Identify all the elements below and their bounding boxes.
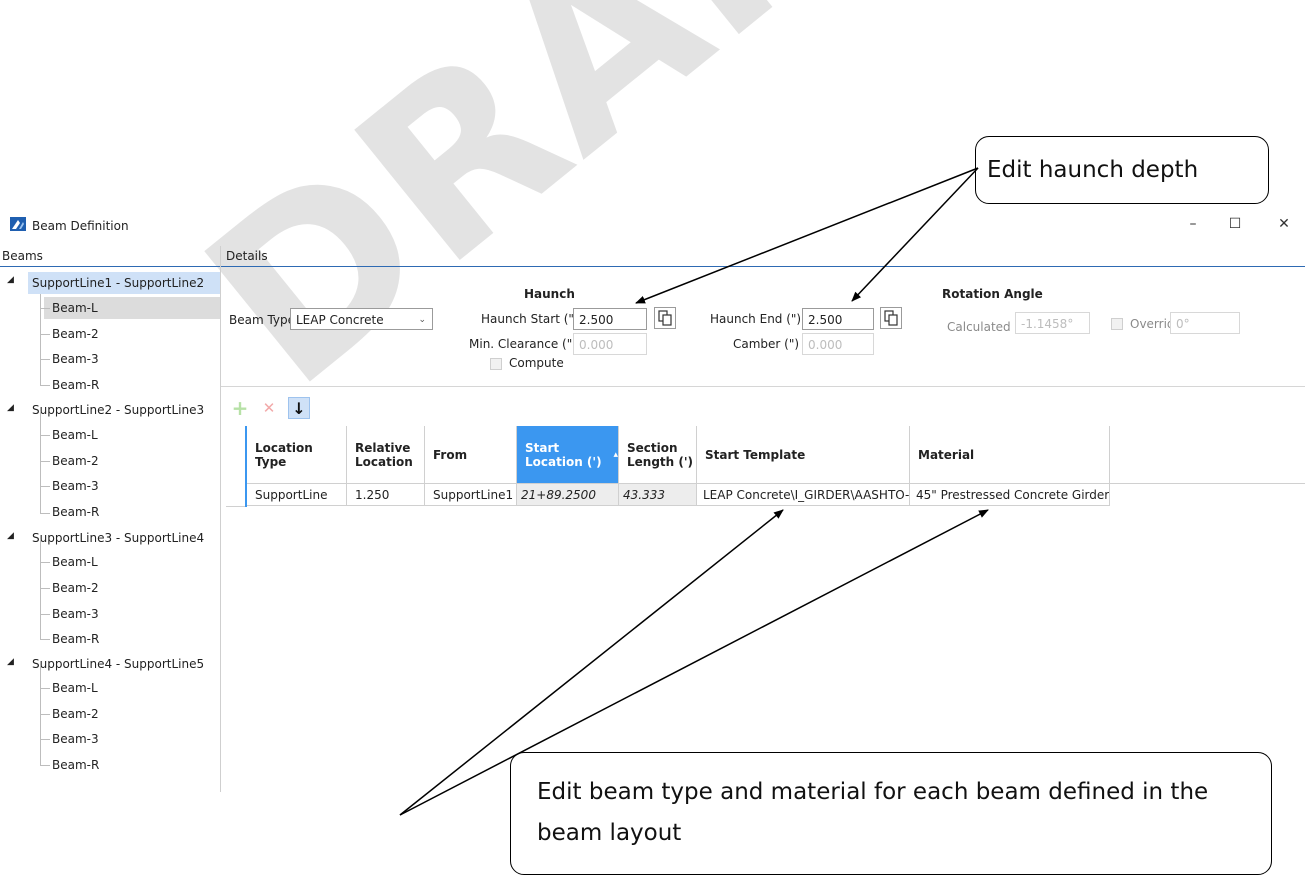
arrow-to-start-template bbox=[399, 509, 784, 816]
arrow-to-haunch-start bbox=[635, 167, 979, 304]
arrow-to-material bbox=[399, 509, 989, 816]
arrow-to-haunch-end bbox=[851, 167, 979, 302]
callout-arrows bbox=[399, 167, 989, 816]
